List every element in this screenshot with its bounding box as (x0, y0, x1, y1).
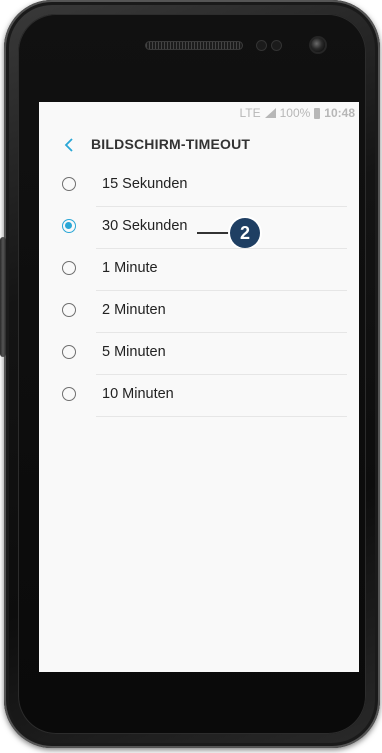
chevron-left-icon[interactable] (61, 135, 77, 155)
callout-line (197, 232, 231, 234)
battery-percent: 100% (279, 106, 311, 120)
radio-button[interactable] (62, 261, 76, 275)
clock: 10:48 (324, 106, 355, 120)
proximity-sensor (257, 41, 266, 50)
option-label: 15 Sekunden (102, 176, 188, 192)
option-10-minuten[interactable]: 10 Minuten (39, 376, 359, 417)
divider (96, 290, 347, 291)
battery-icon (314, 107, 321, 119)
signal-icon (264, 108, 276, 118)
radio-button[interactable] (62, 345, 76, 359)
screen: LTE 100% 10:48 BILDSCHIRM-TIMEOUT 15 Sek… (39, 102, 359, 672)
app-header: BILDSCHIRM-TIMEOUT (39, 128, 359, 162)
light-sensor (272, 41, 281, 50)
front-camera (311, 38, 325, 52)
option-15-sekunden[interactable]: 15 Sekunden (39, 166, 359, 207)
radio-button[interactable] (62, 177, 76, 191)
option-2-minuten[interactable]: 2 Minuten (39, 292, 359, 333)
radio-button[interactable] (62, 387, 76, 401)
option-label: 2 Minuten (102, 302, 166, 318)
option-30-sekunden[interactable]: 30 Sekunden 2 (39, 208, 359, 249)
volume-button (0, 237, 6, 357)
status-bar: LTE 100% 10:48 (39, 102, 359, 124)
page-title: BILDSCHIRM-TIMEOUT (91, 136, 251, 152)
divider (96, 248, 347, 249)
radio-button[interactable] (62, 303, 76, 317)
radio-button-selected[interactable] (62, 219, 76, 233)
option-1-minute[interactable]: 1 Minute (39, 250, 359, 291)
callout-badge: 2 (230, 218, 260, 248)
option-label: 5 Minuten (102, 344, 166, 360)
divider (96, 332, 347, 333)
divider (96, 416, 347, 417)
option-label: 30 Sekunden (102, 218, 188, 234)
divider (96, 206, 347, 207)
divider (96, 374, 347, 375)
network-label: LTE (239, 106, 261, 120)
option-5-minuten[interactable]: 5 Minuten (39, 334, 359, 375)
option-label: 10 Minuten (102, 386, 174, 402)
option-label: 1 Minute (102, 260, 158, 276)
earpiece-speaker (146, 42, 242, 49)
